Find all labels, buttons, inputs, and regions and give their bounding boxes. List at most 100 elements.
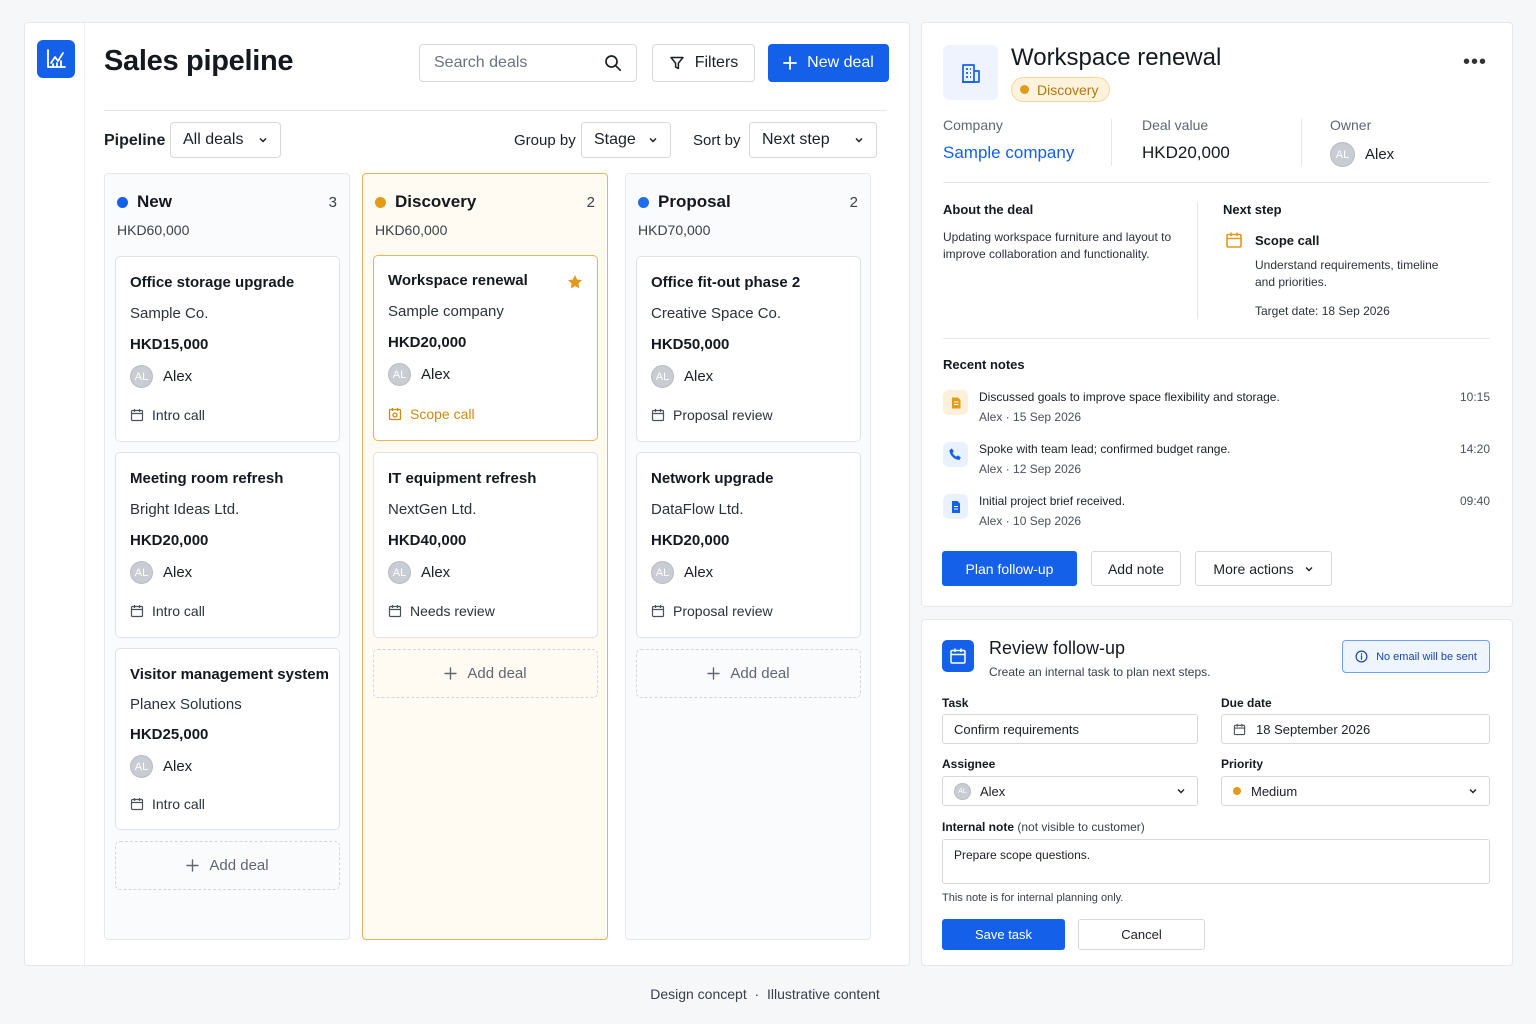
note-item[interactable]: Discussed goals to improve space flexibi… [943, 390, 1490, 434]
column-header: New 3 [117, 192, 337, 212]
priority-select[interactable]: Medium [1221, 776, 1490, 806]
deal-company: Sample Co. [130, 305, 209, 322]
search-icon[interactable] [604, 54, 622, 72]
follow-up-form: Review follow-up Create an internal task… [921, 619, 1513, 966]
company-label: Company [943, 117, 1003, 133]
deal-card[interactable]: Office storage upgrade Sample Co. HKD15,… [115, 256, 340, 442]
calendar-icon [1233, 723, 1246, 735]
filters-button[interactable]: Filters [652, 44, 755, 82]
deal-value-label: Deal value [1142, 117, 1209, 133]
company-link[interactable]: Sample company [943, 143, 1074, 163]
info-icon [1355, 650, 1368, 663]
note-author: Alex [979, 410, 1003, 424]
chevron-down-icon [1469, 789, 1477, 794]
group-by-label: Group by [514, 132, 576, 149]
phone-icon [949, 448, 961, 460]
due-date-label: Due date [1221, 696, 1272, 710]
add-note-button[interactable]: Add note [1091, 551, 1181, 586]
more-options-button[interactable]: ••• [1460, 51, 1490, 73]
owner-name: Alex [684, 564, 714, 581]
document-icon-box [943, 494, 968, 519]
due-date-field[interactable]: 18 September 2026 [1221, 714, 1490, 744]
nav-rail [25, 23, 85, 965]
new-deal-button[interactable]: New deal [768, 44, 889, 82]
step-label: Intro call [152, 603, 205, 619]
deal-owner: AL Alex [388, 561, 450, 584]
sort-by-select[interactable]: Next step [749, 122, 877, 158]
sort-by-value: Next step [762, 131, 830, 148]
calendar-icon [388, 605, 402, 618]
form-icon [942, 640, 974, 672]
note-item[interactable]: Spoke with team lead; confirmed budget r… [943, 442, 1490, 486]
deal-card[interactable]: IT equipment refresh NextGen Ltd. HKD40,… [373, 452, 598, 638]
deal-value: HKD20,000 [651, 532, 730, 549]
calendar-icon [651, 605, 665, 618]
owner-name: Alex [163, 564, 193, 581]
deal-title: Office fit-out phase 2 [651, 274, 801, 291]
assignee-select[interactable]: AL Alex [942, 776, 1198, 806]
add-deal-label: Add deal [467, 665, 527, 682]
task-field[interactable] [942, 714, 1198, 744]
deal-owner: AL Alex [388, 363, 450, 386]
divider [943, 338, 1490, 339]
save-task-button[interactable]: Save task [942, 919, 1065, 950]
step-label: Intro call [152, 796, 205, 812]
cancel-button[interactable]: Cancel [1078, 919, 1205, 950]
owner-label: Owner [1330, 117, 1372, 133]
deal-card[interactable]: Visitor management system Planex Solutio… [115, 648, 340, 830]
deal-value: HKD20,000 [388, 334, 467, 351]
note-time: 14:20 [1459, 442, 1490, 456]
pipeline-select[interactable]: All deals [170, 122, 281, 158]
step-label: Proposal review [673, 603, 773, 619]
deal-card[interactable]: Meeting room refresh Bright Ideas Ltd. H… [115, 452, 340, 638]
recent-notes-title: Recent notes [943, 357, 1025, 372]
plan-follow-up-button[interactable]: Plan follow-up [942, 551, 1077, 586]
internal-note-title: Internal note [942, 820, 1015, 834]
plus-icon [186, 859, 200, 872]
add-note-label: Add note [1107, 560, 1165, 577]
plus-icon [444, 667, 458, 680]
about-title: About the deal [943, 202, 1034, 217]
add-deal-button[interactable]: Add deal [115, 841, 340, 890]
star-icon[interactable] [567, 274, 583, 290]
owner-name: Alex [163, 368, 193, 385]
deal-card-selected[interactable]: Workspace renewal Sample company HKD20,0… [373, 255, 598, 441]
plus-icon [707, 667, 721, 680]
cancel-label: Cancel [1121, 927, 1162, 942]
due-date-value: 18 September 2026 [1256, 721, 1371, 737]
form-title: Review follow-up [989, 638, 1126, 658]
deal-title: Office storage upgrade [130, 274, 295, 291]
deal-card[interactable]: Network upgrade DataFlow Ltd. HKD20,000 … [636, 452, 861, 638]
deal-title: Workspace renewal [1011, 44, 1222, 71]
stage-dot [638, 196, 649, 208]
column-header: Discovery 2 [375, 192, 595, 212]
owner-name: Alex [1365, 146, 1395, 163]
app-logo[interactable] [37, 40, 75, 78]
note-time: 09:40 [1459, 494, 1490, 508]
deal-owner: AL Alex [651, 561, 713, 584]
note-text: Discussed goals to improve space flexibi… [979, 390, 1280, 404]
group-by-select[interactable]: Stage [581, 122, 671, 158]
add-deal-label: Add deal [209, 857, 269, 874]
search-box[interactable] [419, 44, 637, 82]
group-by-value: Stage [594, 131, 636, 148]
add-deal-button[interactable]: Add deal [373, 649, 598, 698]
internal-note-textarea[interactable]: Prepare scope questions. [942, 839, 1490, 884]
footer-right: Illustrative content [766, 986, 880, 1002]
note-meta: Alex · 12 Sep 2026 [979, 462, 1081, 476]
search-input[interactable] [434, 54, 604, 72]
about-text: Updating workspace furniture and layout … [943, 230, 1172, 261]
add-deal-button[interactable]: Add deal [636, 649, 861, 698]
note-item[interactable]: Initial project brief received. Alex · 1… [943, 494, 1490, 538]
deal-next-step: Intro call [130, 796, 205, 812]
column-header: Proposal 2 [638, 192, 858, 212]
column-new: New 3 HKD60,000 Office storage upgrade S… [104, 173, 350, 940]
task-input[interactable] [954, 721, 1186, 737]
avatar: AL [1330, 142, 1355, 167]
deal-company: Bright Ideas Ltd. [130, 501, 240, 518]
avatar: AL [130, 561, 153, 584]
more-actions-button[interactable]: More actions [1195, 551, 1332, 586]
column-total: HKD60,000 [117, 222, 190, 238]
owner-name: Alex [421, 366, 451, 383]
deal-card[interactable]: Office fit-out phase 2 Creative Space Co… [636, 256, 861, 442]
